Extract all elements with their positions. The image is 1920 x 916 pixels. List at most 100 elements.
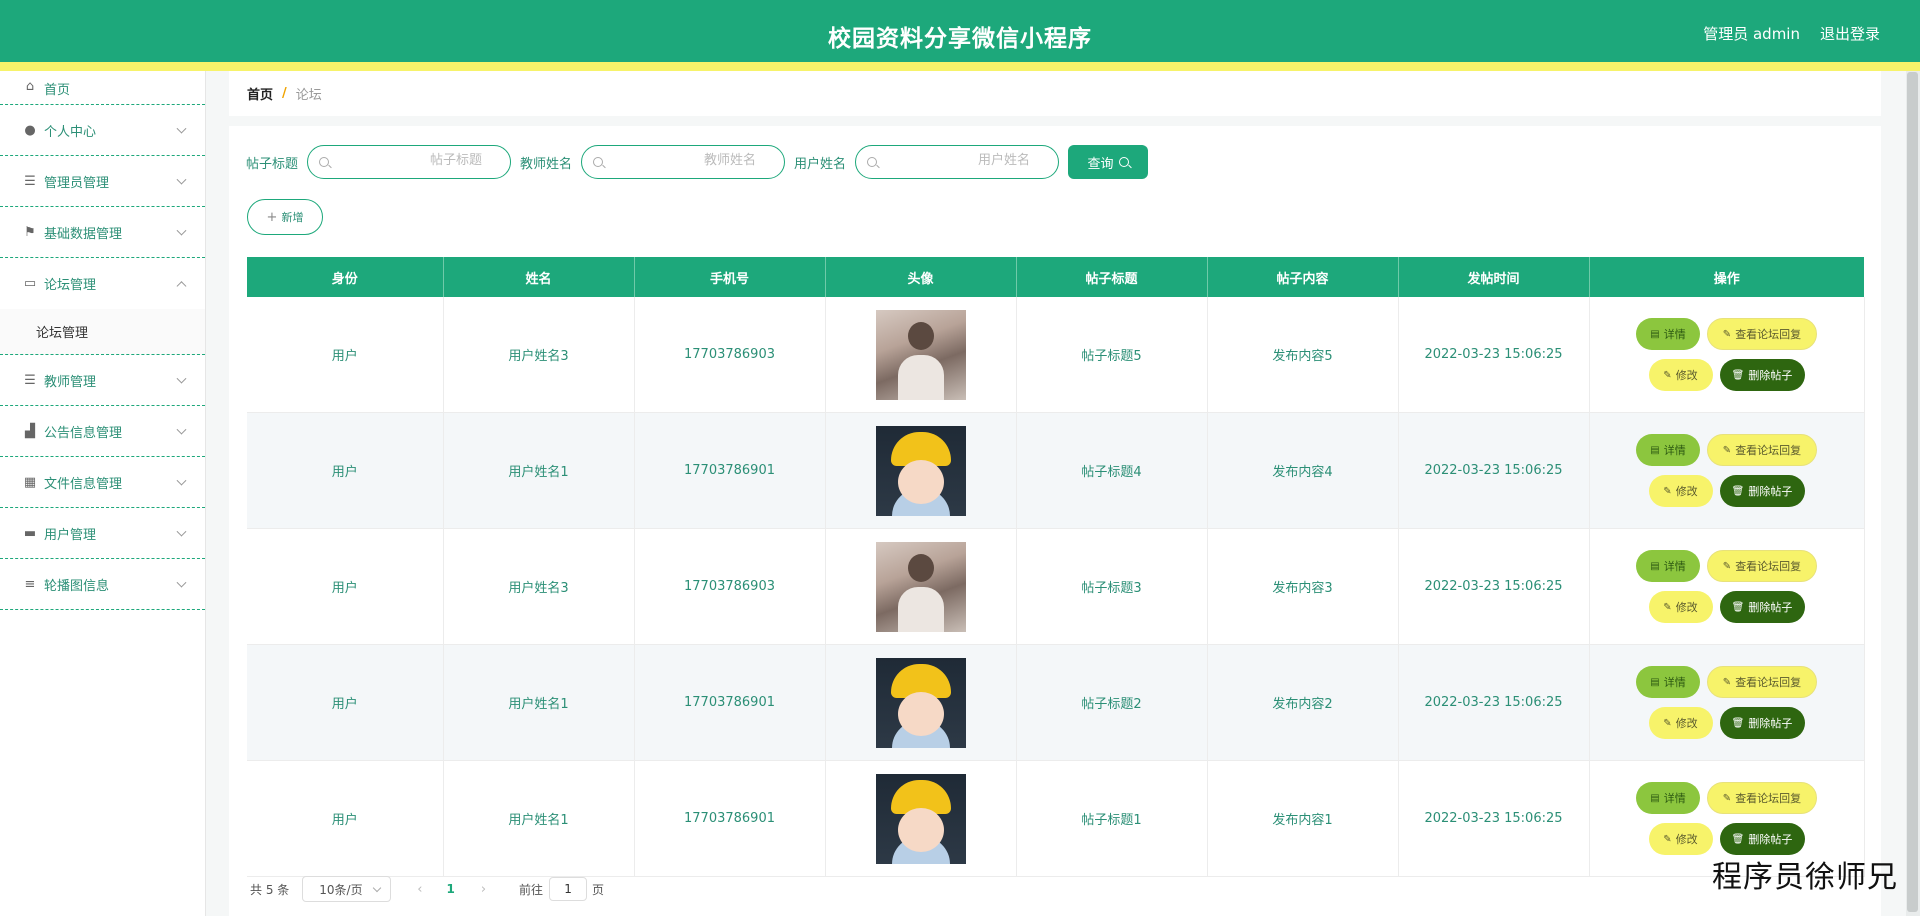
actions-row: ✎ 修改 🗑 删除帖子 [1648, 707, 1805, 739]
edit-button[interactable]: ✎ 修改 [1648, 591, 1713, 623]
title-filter-input[interactable] [338, 152, 485, 169]
add-button[interactable]: + 新增 [247, 199, 323, 235]
add-button-label: 新增 [281, 211, 304, 224]
post-title-cell: 帖子标题5 [1016, 297, 1208, 413]
user-filter-input[interactable] [886, 152, 1033, 169]
search-icon [867, 157, 878, 167]
post-time-cell: 2022-03-23 15:06:25 [1398, 760, 1590, 877]
plus-icon: + [266, 209, 278, 225]
edit-button-label: 修改 [1675, 369, 1698, 382]
logout-link[interactable]: 退出登录 [1820, 23, 1880, 44]
role-cell: 用户 [247, 644, 444, 761]
column-header[interactable]: 手机号 [634, 257, 826, 297]
goto-page-input[interactable] [549, 877, 588, 901]
view-replies-button-label: 查看论坛回复 [1735, 676, 1802, 689]
phone-cell: 17703786901 [634, 412, 826, 529]
edit-button[interactable]: ✎ 修改 [1648, 823, 1713, 855]
name-cell: 用户姓名1 [443, 644, 635, 761]
teacher-filter-label: 教师姓名 [520, 156, 573, 172]
row-actions: ▤ 详情 ✎ 查看论坛回复 ✎ 修改 🗑 删除帖子 [1591, 782, 1863, 855]
avatar[interactable] [875, 425, 966, 516]
sidebar-item-label: 首页 [44, 83, 71, 98]
page-number[interactable]: 1 [446, 882, 454, 896]
sidebar-item-user-management[interactable]: ▬ 用户管理 [0, 508, 205, 559]
column-header[interactable]: 身份 [247, 257, 444, 297]
edit-button[interactable]: ✎ 修改 [1648, 475, 1713, 507]
edit-icon: ✎ [1722, 444, 1732, 456]
edit-icon: ✎ [1663, 601, 1672, 613]
pagination: 共 5 条 10条/页 ‹ 1 › 前往 页 [250, 876, 604, 902]
detail-button[interactable]: ▤ 详情 [1636, 318, 1700, 350]
actions-row: ✎ 修改 🗑 删除帖子 [1648, 591, 1805, 623]
sidebar-item-notice-management[interactable]: ▟ 公告信息管理 [0, 406, 205, 457]
actions-row: ▤ 详情 ✎ 查看论坛回复 [1636, 318, 1817, 350]
delete-post-button[interactable]: 🗑 删除帖子 [1719, 707, 1805, 739]
view-replies-button[interactable]: ✎ 查看论坛回复 [1707, 550, 1817, 582]
sidebar-item-label: 教师管理 [44, 374, 97, 390]
column-header[interactable]: 姓名 [443, 257, 635, 297]
sidebar-item-file-management[interactable]: ▦ 文件信息管理 [0, 457, 205, 508]
edit-button-label: 修改 [1675, 485, 1698, 498]
detail-button[interactable]: ▤ 详情 [1636, 666, 1700, 698]
detail-button[interactable]: ▤ 详情 [1636, 434, 1700, 466]
sidebar-item-label: 用户管理 [44, 527, 97, 543]
column-header[interactable]: 帖子标题 [1016, 257, 1208, 297]
sidebar-item-teacher-management[interactable]: ☰ 教师管理 [0, 355, 205, 406]
sidebar-item-carousel[interactable]: ≡ 轮播图信息 [0, 559, 205, 610]
edit-icon: ✎ [1663, 833, 1672, 845]
sidebar-item-forum-management[interactable]: ▭ 论坛管理 [0, 258, 205, 309]
detail-button[interactable]: ▤ 详情 [1636, 782, 1700, 814]
title-filter-label: 帖子标题 [246, 156, 299, 172]
detail-button[interactable]: ▤ 详情 [1636, 550, 1700, 582]
sidebar-item-personal-center[interactable]: ● 个人中心 [0, 105, 205, 156]
sidebar-item-admin-management[interactable]: ☰ 管理员管理 [0, 156, 205, 207]
sidebar-item-base-data[interactable]: ⚑ 基础数据管理 [0, 207, 205, 258]
column-header[interactable]: 操作 [1589, 257, 1864, 297]
view-replies-button[interactable]: ✎ 查看论坛回复 [1707, 666, 1817, 698]
delete-post-button[interactable]: 🗑 删除帖子 [1719, 359, 1805, 391]
avatar[interactable] [875, 541, 966, 632]
delete-post-button[interactable]: 🗑 删除帖子 [1719, 823, 1805, 855]
prev-page-icon[interactable]: ‹ [417, 882, 422, 897]
breadcrumb-home[interactable]: 首页 [247, 84, 273, 103]
view-replies-button[interactable]: ✎ 查看论坛回复 [1707, 782, 1817, 814]
avatar[interactable] [875, 657, 966, 748]
edit-button[interactable]: ✎ 修改 [1648, 359, 1713, 391]
detail-button-label: 详情 [1663, 792, 1686, 805]
actions-row: ▤ 详情 ✎ 查看论坛回复 [1636, 550, 1817, 582]
next-page-icon[interactable]: › [481, 882, 486, 897]
forum-panel: 帖子标题 教师姓名 用户 姓名 查询 + 新增 身份 [229, 126, 1881, 916]
document-icon: ▤ [1650, 328, 1660, 340]
post-title-cell: 帖子标题1 [1016, 760, 1208, 877]
page-scrollbar[interactable] [1907, 72, 1918, 912]
user-icon: ● [24, 122, 36, 138]
actions-row: ▤ 详情 ✎ 查看论坛回复 [1636, 666, 1817, 698]
column-header[interactable]: 帖子内容 [1207, 257, 1399, 297]
slider-icon: ≡ [24, 576, 36, 592]
delete-post-button[interactable]: 🗑 删除帖子 [1719, 591, 1805, 623]
sidebar-subitem-forum-management[interactable]: 论坛管理 [0, 309, 205, 355]
avatar[interactable] [875, 773, 966, 864]
delete-post-button[interactable]: 🗑 删除帖子 [1719, 475, 1805, 507]
chevron-down-icon [176, 174, 187, 185]
page-size-select[interactable]: 10条/页 [302, 876, 392, 902]
view-replies-button[interactable]: ✎ 查看论坛回复 [1707, 318, 1817, 350]
home-icon: ⌂ [25, 79, 35, 94]
watermark: 程序员徐师兄 [1712, 860, 1898, 895]
breadcrumb-separator: / [282, 86, 287, 101]
query-button[interactable]: 查询 [1068, 145, 1149, 179]
edit-icon: ✎ [1663, 485, 1672, 497]
column-header[interactable]: 发帖时间 [1398, 257, 1590, 297]
avatar-cell [825, 644, 1017, 761]
teacher-filter-input[interactable] [612, 152, 759, 169]
view-replies-button[interactable]: ✎ 查看论坛回复 [1707, 434, 1817, 466]
page-size-value: 10条/页 [319, 882, 363, 897]
row-actions: ▤ 详情 ✎ 查看论坛回复 ✎ 修改 🗑 删除帖子 [1591, 434, 1863, 507]
edit-button[interactable]: ✎ 修改 [1648, 707, 1713, 739]
column-header[interactable]: 头像 [825, 257, 1017, 297]
avatar[interactable] [875, 309, 966, 400]
pagination-total: 共 5 条 [250, 882, 290, 897]
search-icon [1118, 157, 1129, 167]
sidebar-item-home[interactable]: ⌂ 首页 [0, 71, 205, 105]
forum-icon: ▭ [23, 276, 37, 291]
